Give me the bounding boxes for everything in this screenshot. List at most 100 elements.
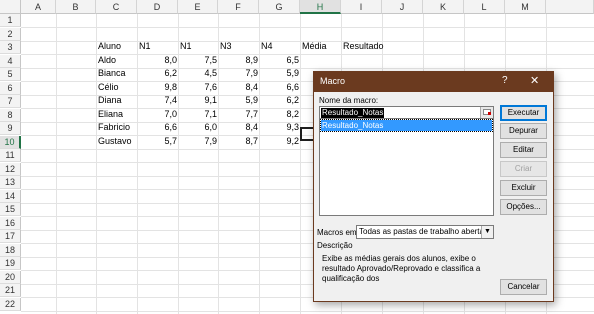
row-header-16[interactable]: 16: [0, 216, 21, 230]
cell-value[interactable]: 6,2: [259, 94, 299, 107]
close-icon[interactable]: ✕: [530, 74, 539, 87]
dialog-title: Macro: [320, 76, 346, 86]
column-header-l[interactable]: L: [464, 0, 505, 14]
row-header-22[interactable]: 22: [0, 297, 21, 311]
row-header-13[interactable]: 13: [0, 176, 21, 189]
create-button: Criar: [500, 161, 547, 177]
row-header-9[interactable]: 9: [0, 122, 21, 135]
cell-value[interactable]: 7,5: [178, 54, 217, 67]
cell-value[interactable]: 9,2: [259, 135, 299, 148]
cell-value[interactable]: 7,7: [218, 108, 258, 121]
header-n1-d[interactable]: N1: [139, 40, 151, 53]
macro-description: Exibe as médias gerais dos alunos, exibe…: [322, 254, 481, 283]
column-header-c[interactable]: C: [96, 0, 137, 14]
row-header-2[interactable]: 2: [0, 27, 21, 41]
cell-value[interactable]: 5,9: [218, 94, 258, 107]
cell-value[interactable]: 7,9: [178, 135, 217, 148]
cell-value[interactable]: 5,9: [259, 67, 299, 80]
cell-value[interactable]: 6,6: [259, 81, 299, 94]
cell-value[interactable]: 5,7: [137, 135, 177, 148]
cell-value[interactable]: 4,5: [178, 67, 217, 80]
description-label: Descrição: [317, 241, 353, 250]
column-header-k[interactable]: K: [423, 0, 464, 14]
row-header-5[interactable]: 5: [0, 68, 21, 81]
header-n4[interactable]: N4: [261, 40, 273, 53]
column-header-e[interactable]: E: [178, 0, 218, 14]
cell-value[interactable]: 7,0: [137, 108, 177, 121]
cell-name[interactable]: Diana: [98, 94, 122, 107]
macro-name-label: Nome da macro:: [319, 96, 379, 105]
column-header-h[interactable]: H: [300, 0, 341, 14]
cell-value[interactable]: 6,2: [137, 67, 177, 80]
select-all-corner[interactable]: [0, 0, 21, 14]
cell-value[interactable]: 7,9: [218, 67, 258, 80]
row-header-15[interactable]: 15: [0, 203, 21, 216]
cell-value[interactable]: 8,4: [218, 121, 258, 134]
cell-value[interactable]: 8,7: [218, 135, 258, 148]
header-aluno[interactable]: Aluno: [98, 40, 121, 53]
row-header-17[interactable]: 17: [0, 230, 21, 243]
macro-dialog: Macro ? ✕ Nome da macro: Resultado_Notas…: [313, 71, 554, 302]
header-n1-e[interactable]: N1: [180, 40, 192, 53]
column-header-b[interactable]: B: [56, 0, 96, 14]
chevron-down-icon[interactable]: ▼: [481, 226, 493, 238]
macro-name-input[interactable]: Resultado_Notas: [319, 106, 494, 119]
dialog-titlebar[interactable]: Macro ? ✕: [314, 72, 553, 92]
run-button[interactable]: Executar: [500, 105, 547, 121]
row-header-6[interactable]: 6: [0, 81, 21, 95]
cell-name[interactable]: Aldo: [98, 54, 116, 67]
row-header-12[interactable]: 12: [0, 162, 21, 176]
cell-value[interactable]: 6,0: [178, 121, 217, 134]
row-header-1[interactable]: 1: [0, 14, 21, 27]
column-header-f[interactable]: F: [218, 0, 259, 14]
step-into-button[interactable]: Depurar: [500, 123, 547, 139]
row-header-7[interactable]: 7: [0, 95, 21, 108]
cancel-button[interactable]: Cancelar: [500, 279, 547, 295]
cell-name[interactable]: Bianca: [98, 67, 126, 80]
macro-list-item[interactable]: Resultado_Notas: [320, 119, 493, 132]
row-header-8[interactable]: 8: [0, 108, 21, 122]
cell-value[interactable]: 6,5: [259, 54, 299, 67]
cell-value[interactable]: 7,4: [137, 94, 177, 107]
row-header-21[interactable]: 21: [0, 284, 21, 297]
cell-value[interactable]: 8,0: [137, 54, 177, 67]
header-media[interactable]: Média: [302, 40, 327, 53]
row-header-3[interactable]: 3: [0, 41, 21, 54]
row-header-14[interactable]: 14: [0, 189, 21, 203]
cell-name[interactable]: Eliana: [98, 108, 123, 121]
column-header-d[interactable]: D: [137, 0, 178, 14]
column-header-m[interactable]: M: [505, 0, 546, 14]
header-n3[interactable]: N3: [220, 40, 232, 53]
column-header-g[interactable]: G: [259, 0, 300, 14]
range-picker-icon[interactable]: [480, 107, 493, 118]
help-icon[interactable]: ?: [502, 75, 508, 86]
cell-value[interactable]: 9,8: [137, 81, 177, 94]
cell-name[interactable]: Fabricio: [98, 121, 130, 134]
row-header-11[interactable]: 11: [0, 149, 21, 162]
cell-name[interactable]: Gustavo: [98, 135, 132, 148]
row-header-20[interactable]: 20: [0, 270, 21, 284]
row-header-4[interactable]: 4: [0, 54, 21, 68]
cell-value[interactable]: 8,2: [259, 108, 299, 121]
column-header-i[interactable]: I: [341, 0, 382, 14]
header-resultado[interactable]: Resultado: [343, 40, 384, 53]
column-header-j[interactable]: J: [382, 0, 423, 14]
macros-in-select[interactable]: Todas as pastas de trabalho abertas ▼: [356, 225, 494, 239]
cell-value[interactable]: 7,6: [178, 81, 217, 94]
delete-button[interactable]: Excluir: [500, 180, 547, 196]
cell-value[interactable]: 8,4: [218, 81, 258, 94]
cell-value[interactable]: 9,1: [178, 94, 217, 107]
column-header-a[interactable]: A: [21, 0, 56, 14]
cell-value[interactable]: 7,1: [178, 108, 217, 121]
row-header-19[interactable]: 19: [0, 257, 21, 270]
cell-value[interactable]: 6,6: [137, 121, 177, 134]
cell-value[interactable]: 9,3: [259, 121, 299, 134]
row-header-18[interactable]: 18: [0, 243, 21, 257]
row-header-10[interactable]: 10: [0, 135, 21, 149]
cell-name[interactable]: Célio: [98, 81, 119, 94]
options-button[interactable]: Opções...: [500, 199, 547, 215]
cell-value[interactable]: 8,9: [218, 54, 258, 67]
edit-button[interactable]: Editar: [500, 142, 547, 158]
column-header-n[interactable]: [546, 0, 594, 14]
macro-list[interactable]: Resultado_Notas: [319, 119, 494, 216]
